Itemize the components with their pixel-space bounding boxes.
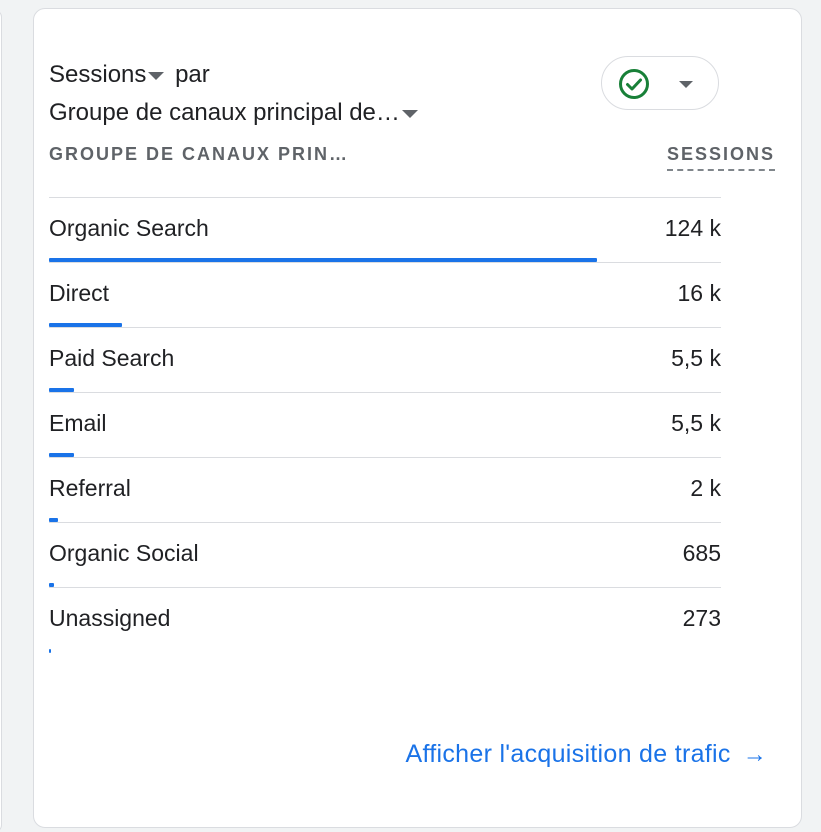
title-line-1: Sessions par (49, 56, 569, 94)
dimension-column-header: GROUPE DE CANAUX PRIN… (49, 144, 350, 164)
metric-selector[interactable]: Sessions (49, 61, 168, 88)
row-label: Direct (49, 280, 110, 306)
row-label: Organic Search (49, 215, 209, 241)
title-line-2: Groupe de canaux principal de… (49, 94, 569, 132)
row-value: 273 (682, 605, 721, 631)
row-label: Email (49, 410, 107, 436)
row-share-bar (49, 583, 54, 587)
row-share-bar (49, 453, 74, 457)
row-share-bar (49, 649, 51, 653)
row-share-bar (49, 518, 58, 522)
metric-label: Sessions (49, 61, 147, 88)
adjacent-card-edge (0, 10, 2, 832)
row-value: 2 k (690, 475, 721, 501)
footer-link-label: Afficher l'acquisition de trafic (405, 740, 731, 768)
table-row[interactable]: Unassigned 273 (49, 588, 721, 653)
dimension-selector[interactable]: Groupe de canaux principal de… (49, 99, 422, 126)
row-label: Organic Social (49, 540, 199, 566)
metric-dropdown-icon[interactable] (148, 71, 165, 80)
row-label: Paid Search (49, 345, 175, 371)
title-connector: par (175, 61, 210, 88)
sessions-column-header[interactable]: SESSIONS (666, 144, 775, 171)
table-row[interactable]: Email 5,5 k (49, 393, 721, 458)
row-label: Referral (49, 475, 131, 501)
table-row[interactable]: Referral 2 k (49, 458, 721, 523)
row-value: 5,5 k (671, 410, 721, 436)
row-label: Unassigned (49, 605, 171, 631)
table-row[interactable]: Organic Social 685 (49, 523, 721, 588)
channel-table: Organic Search 124 k Direct 16 k Paid Se… (49, 198, 721, 653)
dimension-label: Groupe de canaux principal de… (49, 99, 400, 126)
table-row[interactable]: Organic Search 124 k (49, 198, 721, 263)
row-share-bar (49, 388, 74, 392)
check-circle-icon (619, 69, 649, 99)
row-value: 5,5 k (671, 345, 721, 371)
data-quality-status-button[interactable] (601, 56, 719, 110)
row-share-bar (49, 258, 597, 262)
arrow-right-icon: → (742, 741, 767, 768)
row-value: 16 k (677, 280, 721, 306)
table-row[interactable]: Paid Search 5,5 k (49, 328, 721, 393)
dimension-dropdown-icon[interactable] (401, 109, 418, 118)
card-title: Sessions par Groupe de canaux principal … (49, 56, 569, 132)
row-value: 124 k (664, 215, 721, 241)
table-row[interactable]: Direct 16 k (49, 263, 721, 328)
chevron-down-icon (679, 81, 693, 88)
view-traffic-acquisition-link[interactable]: Afficher l'acquisition de trafic → (406, 740, 768, 769)
row-share-bar (49, 323, 122, 327)
row-value: 685 (682, 540, 721, 566)
